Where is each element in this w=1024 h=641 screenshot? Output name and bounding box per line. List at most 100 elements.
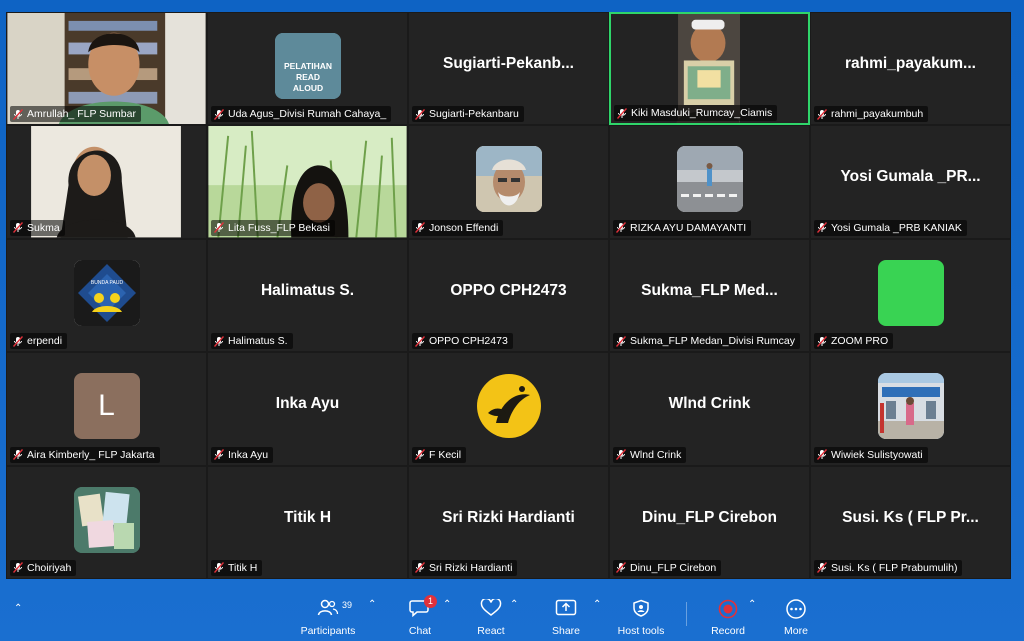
share-button[interactable]: Share	[534, 591, 598, 639]
mic-muted-icon	[817, 222, 827, 234]
participant-display-name: Inka Ayu	[275, 395, 340, 413]
participant-nameplate: F Kecil	[412, 446, 467, 463]
participant-tile[interactable]: BUNDA PAUD erpendi	[6, 238, 207, 353]
avatar: L	[73, 373, 140, 440]
participant-name: Sukma	[27, 221, 60, 234]
chat-caret-icon[interactable]: ⌃	[443, 599, 451, 610]
participant-tile[interactable]: ZOOM PRO	[810, 238, 1011, 353]
participant-tile[interactable]: Sukma	[6, 125, 207, 239]
participant-nameplate: Sukma_FLP Medan_Divisi Rumcay	[613, 333, 800, 350]
toolbar-divider	[686, 602, 687, 626]
svg-text:READ: READ	[295, 72, 319, 82]
participant-name: F Kecil	[429, 448, 462, 461]
avatar	[877, 373, 944, 440]
participant-tile[interactable]: Lita Fuss_FLP Bekasi	[207, 125, 408, 239]
avatar: PELATIHAN READ ALOUD	[274, 33, 341, 99]
participant-name: Yosi Gumala _PRB KANIAK	[831, 221, 962, 234]
participant-tile[interactable]: Amrullah_ FLP Sumbar	[6, 12, 207, 126]
participant-tile[interactable]: Yosi Gumala _PR... Yosi Gumala _PRB KANIA…	[810, 125, 1011, 239]
more-icon	[786, 599, 806, 619]
gallery-view: Amrullah_ FLP Sumbar PELATIHAN READ ALOUD Ud…	[6, 12, 1011, 579]
participant-tile[interactable]: Kiki Masduki_Rumcay_Ciamis	[609, 12, 810, 126]
participant-nameplate: erpendi	[10, 333, 68, 350]
participant-name: rahmi_payakumbuh	[831, 108, 924, 121]
mic-muted-icon	[616, 335, 626, 347]
participant-name: Choiriyah	[27, 561, 72, 574]
share-label: Share	[551, 625, 581, 637]
participants-button[interactable]: 39 Participants	[296, 591, 360, 639]
participant-nameplate: Kiki Masduki_Rumcay_Ciamis	[614, 105, 778, 122]
svg-text:BUNDA PAUD: BUNDA PAUD	[90, 280, 123, 286]
mic-muted-icon	[214, 562, 224, 574]
meeting-toolbar: ⌃ 39 Participants ⌃ 1 Chat ⌃ React ⌃ Sha…	[0, 585, 1024, 641]
participant-display-name: Sukma_FLP Med...	[641, 281, 778, 299]
heart-icon	[480, 599, 502, 616]
host-tools-button[interactable]: Host tools	[609, 591, 673, 639]
participant-display-name: rahmi_payakum...	[845, 55, 976, 72]
chat-badge: 1	[424, 595, 437, 608]
mic-muted-icon	[415, 222, 425, 234]
participant-nameplate: Inka Ayu	[211, 446, 274, 463]
participant-name: erpendi	[27, 335, 63, 348]
avatar: BUNDA PAUD	[73, 259, 140, 326]
participant-name: Sukma_FLP Medan_Divisi Rumcay	[630, 335, 795, 348]
react-caret-icon[interactable]: ⌃	[510, 599, 518, 610]
record-caret-icon[interactable]: ⌃	[748, 599, 756, 610]
mic-muted-icon	[214, 449, 224, 461]
participant-nameplate: Jonson Effendi	[412, 219, 504, 236]
participant-name: Jonson Effendi	[429, 221, 499, 234]
participant-tile[interactable]: RIZKA AYU DAMAYANTI	[609, 125, 810, 239]
participant-tile[interactable]: Inka Ayu Inka Ayu	[207, 352, 408, 466]
participant-name: Uda Agus_Divisi Rumah Cahaya_	[228, 108, 387, 121]
participant-tile[interactable]: Wiwiek Sulistyowati	[810, 352, 1011, 466]
participant-tile[interactable]: Jonson Effendi	[408, 125, 609, 239]
participant-display-name: Yosi Gumala _PR...	[840, 168, 981, 186]
participant-tile[interactable]: Sukma_FLP Med... Sukma_FLP Medan_Divisi R…	[609, 238, 810, 353]
mic-muted-icon	[616, 449, 626, 461]
avatar	[476, 373, 542, 439]
participant-name: Lita Fuss_FLP Bekasi	[228, 221, 330, 234]
participant-name: ZOOM PRO	[831, 335, 889, 348]
participant-nameplate: Halimatus S.	[211, 333, 293, 350]
participants-icon	[317, 599, 339, 616]
avatar	[877, 259, 944, 326]
react-label: React	[477, 625, 505, 637]
participant-display-name: Susi. Ks ( FLP Pr...	[842, 508, 979, 526]
participant-name: Titik H	[228, 561, 258, 574]
mic-muted-icon	[214, 108, 224, 120]
participant-display-name: Titik H	[283, 508, 332, 526]
participant-nameplate: RIZKA AYU DAMAYANTI	[613, 219, 752, 236]
participant-tile[interactable]: PELATIHAN READ ALOUD Uda Agus_Divisi Rumah …	[207, 12, 408, 126]
participant-tile[interactable]: L Aira Kimberly_ FLP Jakarta	[6, 352, 207, 466]
participant-name: Aira Kimberly_ FLP Jakarta	[27, 448, 155, 461]
participant-display-name: Dinu_FLP Cirebon	[642, 508, 777, 526]
participant-tile[interactable]: Halimatus S. Halimatus S.	[207, 238, 408, 353]
participant-tile[interactable]: Choiriyah	[6, 465, 207, 579]
participant-tile[interactable]: rahmi_payakum... rahmi_payakumbuh	[810, 12, 1011, 126]
participant-tile[interactable]: Susi. Ks ( FLP Pr... Susi. Ks ( FLP Prabu…	[810, 465, 1011, 579]
participant-display-name: OPPO CPH2473	[450, 281, 567, 299]
mic-muted-icon	[817, 108, 827, 120]
participant-name: Susi. Ks ( FLP Prabumulih)	[831, 561, 958, 574]
chat-label: Chat	[408, 625, 432, 637]
record-icon	[718, 599, 738, 619]
more-button[interactable]: More	[764, 591, 828, 639]
participant-nameplate: OPPO CPH2473	[412, 333, 513, 350]
participant-tile[interactable]: OPPO CPH2473 OPPO CPH2473	[408, 238, 609, 353]
svg-text:ALOUD: ALOUD	[292, 83, 322, 93]
participant-display-name: Sri Rizki Hardianti	[442, 508, 575, 526]
participant-tile[interactable]: Sri Rizki Hardianti Sri Rizki Hardianti	[408, 465, 609, 579]
participant-tile[interactable]: Wlnd Crink Wlnd Crink	[609, 352, 810, 466]
share-caret-icon[interactable]: ⌃	[593, 599, 601, 610]
participant-tile[interactable]: Titik H Titik H	[207, 465, 408, 579]
participant-tile[interactable]: Sugiarti-Pekanb... Sugiarti-Pekanbaru	[408, 12, 609, 126]
participant-nameplate: Choiriyah	[10, 559, 77, 576]
participant-nameplate: Amrullah_ FLP Sumbar	[10, 106, 141, 123]
participant-tile[interactable]: Dinu_FLP Cirebon Dinu_FLP Cirebon	[609, 465, 810, 579]
mic-muted-icon	[817, 335, 827, 347]
participant-nameplate: Dinu_FLP Cirebon	[613, 559, 722, 576]
participants-caret-icon[interactable]: ⌃	[368, 599, 376, 610]
mic-muted-icon	[415, 335, 425, 347]
participant-tile[interactable]: F Kecil	[408, 352, 609, 466]
left-caret-icon[interactable]: ⌃	[14, 603, 22, 614]
